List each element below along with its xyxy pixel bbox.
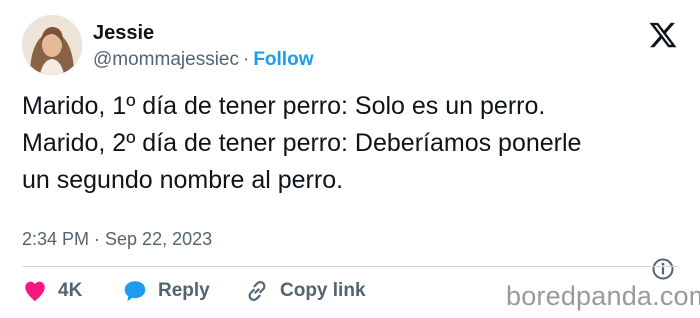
timestamp[interactable]: 2:34 PM · Sep 22, 2023 [22,228,212,250]
reply-label: Reply [158,280,210,301]
action-bar: 4K Reply Copy link [22,276,366,306]
heart-icon [25,281,45,302]
like-button[interactable]: 4K [22,278,122,304]
copy-link-button[interactable]: Copy link [244,278,366,304]
link-icon [248,281,266,301]
follow-button[interactable]: Follow [253,49,313,70]
author-handle[interactable]: @mommajessiec [93,49,239,70]
like-count: 4K [58,280,83,301]
tweet-text-line: Marido, 2º día de tener perro: Deberíamo… [22,129,582,157]
tweet-text: Marido, 1º día de tener perro: Solo es u… [22,88,682,199]
divider [22,266,678,267]
separator-dot: · [242,49,250,70]
copy-link-label: Copy link [280,280,366,301]
speech-bubble-icon [124,281,146,302]
x-logo-icon[interactable] [648,20,678,50]
avatar[interactable] [22,15,82,75]
tweet-text-line: un segundo nombre al perro. [22,166,344,194]
handle-row: @mommajessiec · Follow [93,48,313,72]
tweet-text-line: Marido, 1º día de tener perro: Solo es u… [22,92,546,120]
reply-button[interactable]: Reply [122,278,244,304]
watermark: boredpanda.com [506,281,700,311]
author-name[interactable]: Jessie [93,21,154,45]
info-icon[interactable] [651,257,675,281]
tweet-card: Jessie @mommajessiec · Follow Marido, 1º d… [0,0,700,318]
avatar-image [22,15,82,75]
